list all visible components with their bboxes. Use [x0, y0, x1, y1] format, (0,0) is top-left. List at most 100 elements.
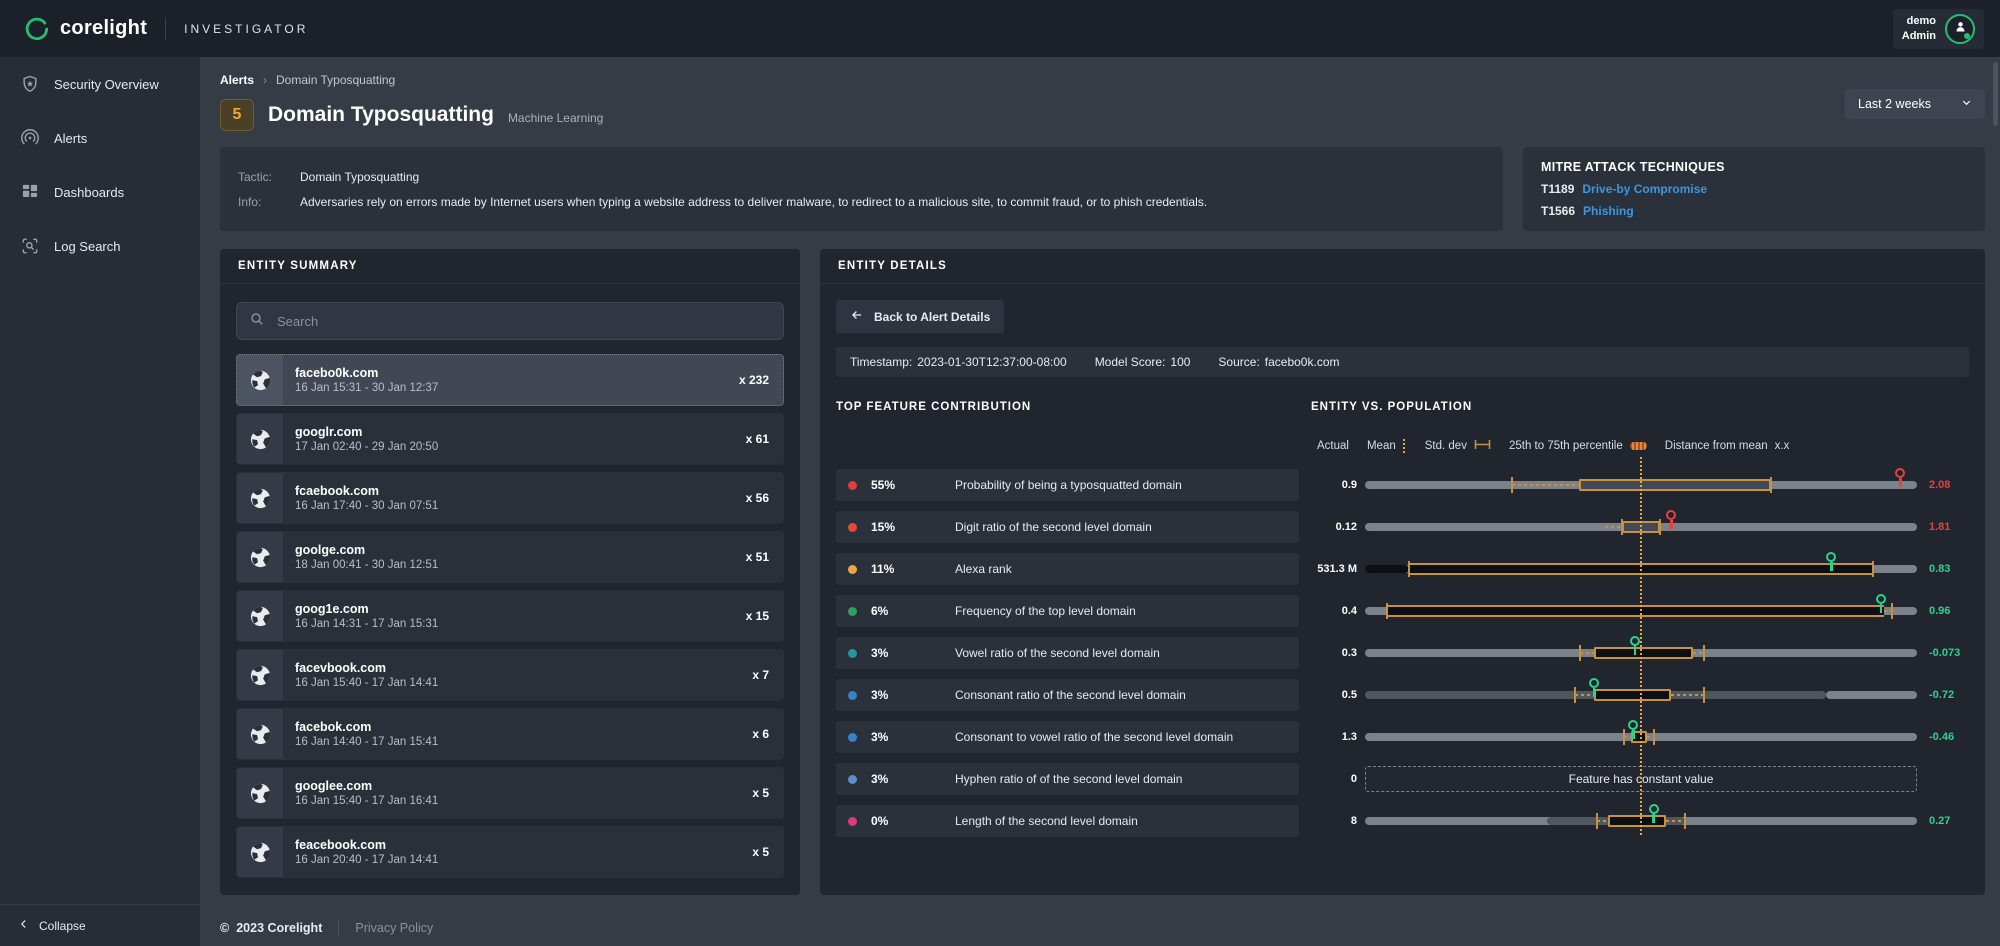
actual-value-pin [1649, 804, 1659, 823]
entity-item[interactable]: facebo0k.com16 Jan 15:31 - 30 Jan 12:37x… [236, 354, 784, 406]
entity-details-title: ENTITY DETAILS [820, 249, 1985, 284]
population-chart-row: 0.3-0.073 [1311, 637, 1975, 669]
entity-details-panel: ENTITY DETAILS Back to Alert Details Tim… [820, 249, 1985, 895]
model-score-value: 100 [1170, 355, 1190, 369]
entity-domain: fcaebook.com [295, 484, 746, 498]
entity-date-range: 16 Jan 15:40 - 17 Jan 16:41 [295, 795, 752, 807]
stddev-dash [1512, 484, 1579, 486]
feature-row: 3%Consonant to vowel ratio of the second… [836, 721, 1299, 753]
user-role: Admin [1902, 29, 1936, 43]
entity-date-range: 16 Jan 14:40 - 17 Jan 15:41 [295, 736, 752, 748]
feature-percent: 15% [871, 520, 955, 534]
mitre-technique-link[interactable]: Drive-by Compromise [1582, 182, 1707, 196]
feature-row: 3%Hyphen ratio of of the second level do… [836, 763, 1299, 795]
feature-color-dot [848, 607, 857, 616]
legend-stddev-label: Std. dev [1425, 440, 1467, 452]
stddev-tick [1621, 519, 1623, 535]
entity-item[interactable]: goolge.com18 Jan 00:41 - 30 Jan 12:51x 5… [236, 531, 784, 583]
entity-summary-title: ENTITY SUMMARY [220, 249, 800, 284]
globe-icon [237, 709, 283, 759]
model-score-label: Model Score: [1095, 355, 1166, 369]
tactic-info-box: Tactic: Domain Typosquatting Info: Adver… [220, 147, 1503, 231]
feature-color-dot [848, 733, 857, 742]
mitre-technique-id: T1566 [1541, 204, 1575, 218]
stddev-dash [1666, 820, 1685, 822]
chart-row-label: 0.9 [1311, 479, 1357, 491]
entity-text: googlee.com16 Jan 15:40 - 17 Jan 16:41 [283, 768, 752, 818]
entity-item[interactable]: goog1e.com16 Jan 14:31 - 17 Jan 15:31x 1… [236, 590, 784, 642]
time-range-value: Last 2 weeks [1858, 97, 1931, 111]
mitre-technique-link[interactable]: Phishing [1583, 204, 1634, 218]
entity-date-range: 16 Jan 15:40 - 17 Jan 14:41 [295, 677, 752, 689]
feature-color-dot [848, 817, 857, 826]
globe-icon [237, 355, 283, 405]
stddev-tick [1891, 603, 1893, 619]
chevron-left-icon [18, 918, 30, 933]
sidebar-item-dashboards[interactable]: Dashboards [0, 165, 200, 219]
stddev-tick [1596, 813, 1598, 829]
source-label: Source: [1218, 355, 1259, 369]
stddev-tick [1684, 813, 1686, 829]
entity-count: x 232 [739, 373, 769, 387]
sidebar-item-security-overview[interactable]: Security Overview [0, 57, 200, 111]
chart-row-label: 0.12 [1311, 521, 1357, 533]
globe-icon [237, 650, 283, 700]
product-name: INVESTIGATOR [184, 22, 308, 36]
entity-item[interactable]: fcaebook.com16 Jan 17:40 - 30 Jan 07:51x… [236, 472, 784, 524]
entity-text: facebok.com16 Jan 14:40 - 17 Jan 15:41 [283, 709, 752, 759]
entity-item[interactable]: feacebook.com16 Jan 20:40 - 17 Jan 14:41… [236, 826, 784, 878]
page-header: Alerts › Domain Typosquatting 5 Domain T… [220, 73, 1985, 131]
stddev-tick [1770, 477, 1772, 493]
legend-percentile-label: 25th to 75th percentile [1509, 440, 1623, 452]
distance-from-mean-value: 0.27 [1925, 815, 1975, 827]
breadcrumb-alerts[interactable]: Alerts [220, 73, 254, 87]
entity-item[interactable]: googlee.com16 Jan 15:40 - 17 Jan 16:41x … [236, 767, 784, 819]
collapse-button[interactable]: Collapse [0, 904, 200, 946]
entity-text: facebo0k.com16 Jan 15:31 - 30 Jan 12:37 [283, 355, 739, 405]
stddev-tick [1511, 477, 1513, 493]
entity-text: fcaebook.com16 Jan 17:40 - 30 Jan 07:51 [283, 473, 746, 523]
percentile-box [1594, 689, 1671, 701]
sidebar-item-alerts[interactable]: Alerts [0, 111, 200, 165]
entity-item[interactable]: facebok.com16 Jan 14:40 - 17 Jan 15:41x … [236, 708, 784, 760]
radar-icon [20, 128, 40, 148]
search-input[interactable] [275, 313, 771, 330]
page-scrollbar[interactable] [1993, 62, 1998, 126]
mitre-title: MITRE ATTACK TECHNIQUES [1541, 160, 1967, 174]
entity-item[interactable]: facevbook.com16 Jan 15:40 - 17 Jan 14:41… [236, 649, 784, 701]
user-menu[interactable]: demo Admin [1893, 9, 1984, 49]
scan-search-icon [20, 236, 40, 256]
mean-line [1640, 457, 1642, 835]
entity-search[interactable] [236, 302, 784, 340]
feature-color-dot [848, 565, 857, 574]
entity-domain: googlr.com [295, 425, 746, 439]
entity-text: googlr.com17 Jan 02:40 - 29 Jan 20:50 [283, 414, 746, 464]
globe-icon [237, 473, 283, 523]
entity-count: x 56 [746, 491, 769, 505]
stddev-tick [1659, 519, 1661, 535]
time-range-select[interactable]: Last 2 weeks [1845, 89, 1985, 119]
actual-value-pin [1895, 468, 1905, 487]
tactic-label: Tactic: [238, 170, 300, 184]
mitre-technique-row: T1189Drive-by Compromise [1541, 182, 1967, 196]
stddev-tick [1872, 561, 1874, 577]
population-chart-row: 0.121.81 [1311, 511, 1975, 543]
feature-row: 3%Vowel ratio of the second level domain [836, 637, 1299, 669]
sidebar-item-log-search[interactable]: Log Search [0, 219, 200, 273]
sidebar-item-label: Log Search [54, 239, 121, 254]
stddev-dash [1605, 526, 1622, 528]
source-value: facebo0k.com [1265, 355, 1340, 369]
entity-item[interactable]: googlr.com17 Jan 02:40 - 29 Jan 20:50x 6… [236, 413, 784, 465]
info-value: Adversaries rely on errors made by Inter… [300, 195, 1485, 209]
privacy-policy-link[interactable]: Privacy Policy [355, 921, 433, 935]
feature-row: 15%Digit ratio of the second level domai… [836, 511, 1299, 543]
population-chart-row: 0.92.08 [1311, 469, 1975, 501]
globe-icon [237, 414, 283, 464]
globe-icon [237, 827, 283, 877]
mitre-list: T1189Drive-by Compromise T1566 Phishing [1541, 182, 1967, 218]
legend-distance-suffix: x.x [1775, 440, 1790, 452]
back-to-alert-details-button[interactable]: Back to Alert Details [836, 300, 1004, 333]
chart-legend: Actual Mean Std. dev 25th to 75th percen… [1317, 439, 1975, 453]
chart-row-label: 0.4 [1311, 605, 1357, 617]
track-segment [1365, 565, 1409, 573]
